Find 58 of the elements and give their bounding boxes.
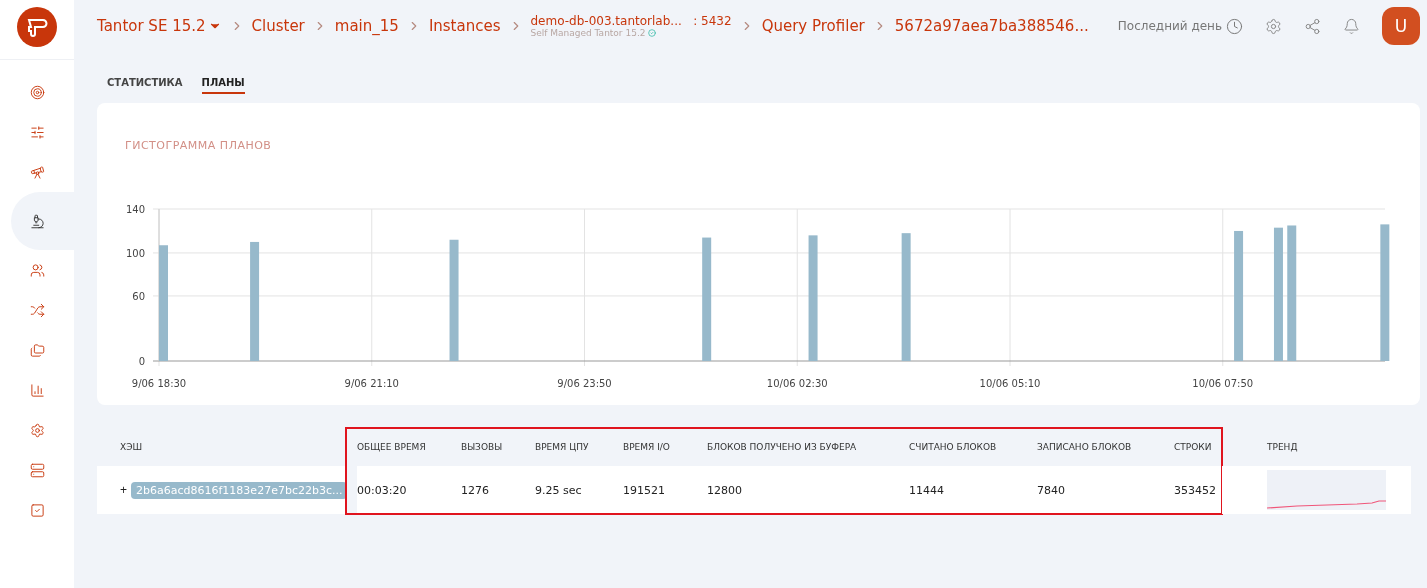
clock-icon	[1226, 17, 1243, 35]
y-tick-label: 60	[132, 290, 145, 302]
check-circle-icon	[648, 29, 657, 37]
breadcrumb-dropdown[interactable]: Tantor SE 15.2	[97, 17, 222, 35]
tab[interactable]: ПЛАНЫ	[201, 76, 245, 94]
x-tick-label: 10/06 02:30	[766, 378, 828, 389]
shuffle-icon	[29, 302, 45, 318]
tab[interactable]: СТАТИСТИКА	[107, 76, 183, 94]
expand-button[interactable]: +	[120, 483, 131, 497]
checkbox-icon	[29, 502, 45, 518]
column-header: ВРЕМЯ ЦПУ	[535, 442, 590, 452]
instance-subtitle: Self Managed Tantor 15.2	[530, 28, 646, 38]
y-tick-label: 0	[138, 356, 145, 367]
settings-icon	[29, 422, 45, 438]
breadcrumb-link[interactable]: Instances	[428, 17, 501, 35]
column-header: БЛОКОВ ПОЛУЧЕНО ИЗ БУФЕРА	[707, 442, 858, 452]
x-tick-label: 10/06 05:10	[979, 378, 1041, 389]
breadcrumb-link[interactable]: demo-db-003.tantorlab... : 5432	[530, 14, 732, 28]
breadcrumb-link[interactable]: 5672a97aea7ba388546...	[894, 17, 1089, 35]
x-tick-label: 9/06 21:10	[344, 378, 399, 389]
table-cell-text: 191521	[623, 483, 666, 497]
breadcrumb-link[interactable]: Cluster	[251, 17, 305, 35]
table-cell-text: 11444	[909, 483, 945, 497]
sliders-icon	[29, 124, 45, 140]
y-tick-label: 100	[125, 247, 145, 259]
x-tick-label: 9/06 23:50	[557, 378, 612, 389]
bar-chart-icon	[29, 382, 45, 398]
user-avatar[interactable]: U	[1382, 7, 1420, 45]
people-icon	[29, 262, 45, 278]
target-icon	[29, 84, 45, 100]
table-cell-text: 9.25 sec	[535, 483, 583, 497]
column-header: ЗАПИСАНО БЛОКОВ	[1037, 442, 1133, 452]
x-tick-label: 10/06 07:50	[1192, 378, 1254, 389]
folders-icon	[29, 342, 45, 358]
breadcrumb-link[interactable]: main_15	[334, 17, 399, 35]
network-icon[interactable]	[1304, 17, 1321, 35]
y-tick-label: 140	[125, 204, 145, 215]
table-cell-text: 00:03:20	[357, 483, 408, 497]
period-selector[interactable]: Последний день	[1117, 17, 1243, 35]
breadcrumb-link[interactable]: Query Profiler	[761, 17, 865, 35]
column-header: СТРОКИ	[1174, 442, 1213, 452]
table-cell-text: 12800	[707, 483, 743, 497]
column-header: ОБЩЕЕ ВРЕМЯ	[357, 442, 427, 452]
table-cell-text: 7840	[1037, 483, 1066, 497]
microscope-icon	[30, 213, 45, 229]
table-cell-text: 1276	[461, 483, 490, 497]
column-header: ТРЕНД	[1266, 442, 1299, 452]
bell-icon[interactable]	[1343, 17, 1360, 35]
chart-title: ГИСТОГРАММА ПЛАНОВ	[125, 139, 273, 152]
column-header: ВЫЗОВЫ	[461, 442, 504, 452]
x-tick-label: 9/06 18:30	[131, 378, 187, 389]
server-icon	[29, 462, 45, 478]
table-cell-text: 353452	[1174, 483, 1217, 497]
telescope-icon	[29, 164, 45, 180]
column-header: СЧИТАНО БЛОКОВ	[909, 442, 998, 452]
column-header: ХЭШ	[119, 442, 144, 452]
column-header: ВРЕМЯ I/O	[623, 442, 671, 452]
settings-icon[interactable]	[1265, 17, 1282, 35]
